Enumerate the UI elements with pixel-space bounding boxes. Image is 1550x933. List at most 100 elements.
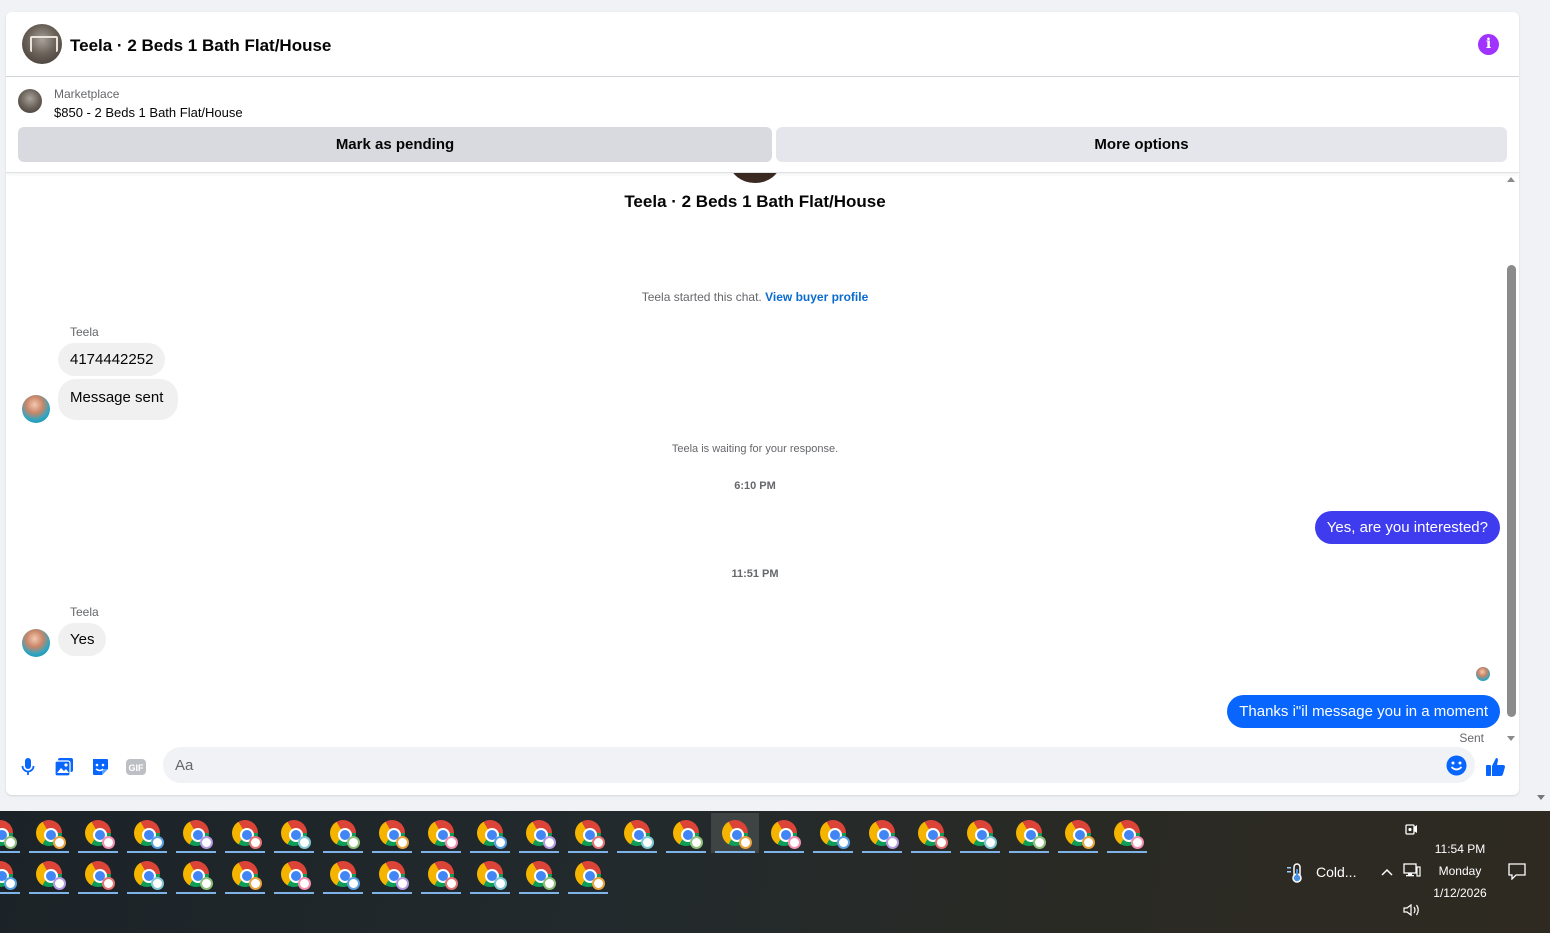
read-receipt-avatar: [1476, 667, 1490, 681]
volume-icon[interactable]: [1403, 903, 1421, 920]
profile-badge-icon: [1082, 836, 1095, 849]
taskbar-chrome-app[interactable]: [319, 854, 367, 894]
info-icon[interactable]: i: [1478, 34, 1499, 55]
taskbar-chrome-app[interactable]: [466, 854, 514, 894]
microphone-icon[interactable]: [17, 756, 39, 778]
sender-name: Teela: [70, 605, 99, 619]
taskbar-chrome-app[interactable]: [319, 813, 367, 853]
photo-icon[interactable]: [53, 756, 75, 778]
chrome-icon: [428, 820, 458, 849]
taskbar-chrome-app[interactable]: [907, 813, 955, 853]
listing-avatar[interactable]: [22, 24, 62, 64]
incoming-message[interactable]: Yes: [58, 623, 107, 656]
mark-as-pending-button[interactable]: Mark as pending: [18, 127, 772, 162]
running-indicator: [421, 851, 461, 853]
chrome-icon: [36, 820, 66, 849]
chrome-icon: [1016, 820, 1046, 849]
outgoing-message[interactable]: Yes, are you interested?: [1314, 511, 1500, 544]
listing-title[interactable]: $850 - 2 Beds 1 Bath Flat/House: [54, 105, 243, 120]
listing-thumbnail[interactable]: [18, 89, 42, 113]
running-indicator: [470, 892, 510, 894]
taskbar-chrome-app[interactable]: [74, 813, 122, 853]
taskbar-chrome-app[interactable]: [25, 854, 73, 894]
clock-date[interactable]: 1/12/2026: [1425, 886, 1495, 900]
gif-icon[interactable]: GIF: [125, 756, 147, 778]
clock-day[interactable]: Monday: [1425, 864, 1495, 878]
running-indicator: [617, 851, 657, 853]
taskbar-chrome-app[interactable]: [760, 813, 808, 853]
running-indicator: [176, 851, 216, 853]
weather-icon[interactable]: [1286, 862, 1308, 887]
running-indicator: [127, 892, 167, 894]
meet-now-icon[interactable]: [1404, 822, 1418, 839]
taskbar-chrome-app[interactable]: [956, 813, 1004, 853]
taskbar-chrome-app[interactable]: [858, 813, 906, 853]
message-input[interactable]: [163, 747, 1475, 783]
chevron-up-icon[interactable]: [1381, 863, 1393, 879]
notifications-icon[interactable]: [1508, 863, 1526, 883]
scroll-down-icon[interactable]: [1507, 736, 1515, 741]
taskbar-chrome-app[interactable]: [466, 813, 514, 853]
chrome-icon: [869, 820, 899, 849]
profile-badge-icon: [543, 877, 556, 890]
taskbar-chrome-app[interactable]: [711, 813, 759, 853]
taskbar-chrome-app[interactable]: [1054, 813, 1102, 853]
taskbar-chrome-app[interactable]: [270, 813, 318, 853]
taskbar-chrome-app[interactable]: [25, 813, 73, 853]
taskbar-chrome-app[interactable]: [0, 854, 24, 894]
chrome-icon: [1114, 820, 1144, 849]
chrome-icon: [232, 861, 262, 890]
taskbar-chrome-app[interactable]: [368, 854, 416, 894]
chat-title[interactable]: Teela · 2 Beds 1 Bath Flat/House: [70, 36, 331, 56]
emoji-icon[interactable]: [1446, 755, 1467, 776]
running-indicator: [274, 851, 314, 853]
taskbar-chrome-app[interactable]: [564, 854, 612, 894]
more-options-button[interactable]: More options: [776, 127, 1507, 162]
sticker-icon[interactable]: [89, 756, 111, 778]
taskbar-chrome-app[interactable]: [221, 813, 269, 853]
outgoing-message[interactable]: Thanks i"il message you in a moment: [1227, 695, 1500, 728]
running-indicator: [372, 892, 412, 894]
incoming-message[interactable]: 4174442252: [58, 343, 166, 376]
taskbar-chrome-app[interactable]: [270, 854, 318, 894]
taskbar-chrome-app[interactable]: [515, 813, 563, 853]
running-indicator: [78, 851, 118, 853]
listing-category: Marketplace: [54, 87, 120, 101]
taskbar-chrome-app[interactable]: [417, 813, 465, 853]
message-list[interactable]: Teela · 2 Beds 1 Bath Flat/House Teela s…: [6, 173, 1504, 745]
taskbar-chrome-app[interactable]: [613, 813, 661, 853]
profile-badge-icon: [298, 836, 311, 849]
clock-time[interactable]: 11:54 PM: [1425, 842, 1495, 856]
profile-badge-icon: [494, 877, 507, 890]
taskbar-chrome-app[interactable]: [172, 854, 220, 894]
sender-avatar[interactable]: [22, 629, 50, 657]
taskbar-chrome-app[interactable]: [74, 854, 122, 894]
weather-label[interactable]: Cold...: [1316, 864, 1356, 880]
profile-badge-icon: [1033, 836, 1046, 849]
view-buyer-profile-link[interactable]: View buyer profile: [765, 290, 868, 304]
scroll-thumb[interactable]: [1507, 265, 1516, 717]
taskbar-chrome-app[interactable]: [172, 813, 220, 853]
incoming-message[interactable]: Message sent: [58, 379, 179, 420]
taskbar-chrome-app[interactable]: [1005, 813, 1053, 853]
scroll-up-icon[interactable]: [1507, 177, 1515, 182]
network-icon[interactable]: [1403, 863, 1421, 881]
profile-badge-icon: [53, 877, 66, 890]
taskbar-chrome-app[interactable]: [515, 854, 563, 894]
taskbar-chrome-app[interactable]: [1103, 813, 1151, 853]
thumbs-up-icon[interactable]: [1485, 756, 1507, 778]
taskbar-chrome-app[interactable]: [368, 813, 416, 853]
taskbar-chrome-app[interactable]: [0, 813, 24, 853]
taskbar-chrome-app[interactable]: [221, 854, 269, 894]
message-scrollbar[interactable]: [1504, 173, 1519, 745]
taskbar-chrome-app[interactable]: [809, 813, 857, 853]
sender-avatar[interactable]: [22, 395, 50, 423]
taskbar-chrome-app[interactable]: [417, 854, 465, 894]
taskbar-chrome-app[interactable]: [123, 813, 171, 853]
taskbar-chrome-app[interactable]: [662, 813, 710, 853]
taskbar-chrome-app[interactable]: [123, 854, 171, 894]
chat-started-notice: Teela started this chat. View buyer prof…: [6, 290, 1504, 304]
taskbar-chrome-app[interactable]: [564, 813, 612, 853]
running-indicator: [78, 892, 118, 894]
page-scroll-down-icon[interactable]: [1537, 795, 1545, 800]
